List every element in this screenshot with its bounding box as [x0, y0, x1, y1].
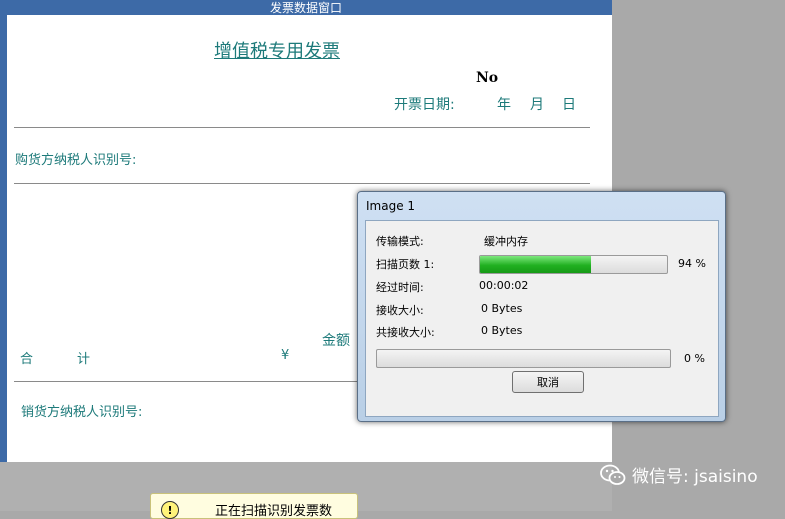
elapsed-time-label: 经过时间:	[376, 281, 424, 294]
total-label-ji: 计	[77, 352, 91, 367]
invoice-number-label: No	[476, 70, 499, 86]
date-day-label: 日	[562, 97, 576, 113]
dialog-body: 传输模式: 缓冲内存 扫描页数 1: 94 % 经过时间: 00:00:02 接…	[365, 220, 719, 417]
total-label-he: 合	[20, 352, 34, 367]
scan-progress-bar	[479, 255, 668, 274]
watermark-text: 微信号: jsaisino	[632, 467, 758, 487]
wechat-watermark: 微信号: jsaisino	[600, 462, 758, 487]
overall-progress-text: 0 %	[684, 352, 705, 365]
invoice-title: 增值税专用发票	[214, 41, 340, 62]
amount-label: 金额	[322, 333, 350, 349]
toast-text: 正在扫描识别发票数	[215, 504, 333, 519]
transfer-mode-value: 缓冲内存	[484, 235, 528, 248]
wechat-icon	[600, 464, 626, 486]
invoice-window-title: 发票数据窗口	[269, 1, 342, 15]
warning-icon: !	[161, 501, 179, 519]
status-toast: ! 正在扫描识别发票数	[150, 493, 358, 519]
transfer-mode-label: 传输模式:	[376, 235, 424, 248]
scan-progress-dialog: Image 1 传输模式: 缓冲内存 扫描页数 1: 94 % 经过时间: 00…	[357, 191, 726, 422]
elapsed-time-value: 00:00:02	[479, 279, 529, 292]
divider	[14, 127, 590, 128]
date-year-label: 年	[497, 97, 511, 113]
currency-symbol: ¥	[281, 348, 290, 363]
overall-progress-bar	[376, 349, 671, 368]
scan-progress-fill	[480, 256, 591, 273]
seller-tax-id-label: 销货方纳税人识别号:	[21, 405, 143, 420]
scan-pages-label: 扫描页数 1:	[376, 258, 435, 271]
cancel-button[interactable]: 取消	[512, 371, 584, 393]
scan-progress-text: 94 %	[678, 257, 706, 270]
invoice-window-titlebar[interactable]: 发票数据窗口	[0, 0, 612, 15]
window-left-border	[0, 15, 7, 462]
buyer-tax-id-label: 购货方纳税人识别号:	[15, 153, 137, 168]
divider	[14, 183, 590, 184]
received-size-label: 接收大小:	[376, 304, 424, 317]
issue-date-label: 开票日期:	[394, 97, 455, 113]
date-month-label: 月	[530, 97, 544, 113]
total-received-label: 共接收大小:	[376, 326, 435, 339]
total-received-value: 0 Bytes	[481, 324, 523, 337]
received-size-value: 0 Bytes	[481, 302, 523, 315]
dialog-title: Image 1	[366, 199, 416, 213]
